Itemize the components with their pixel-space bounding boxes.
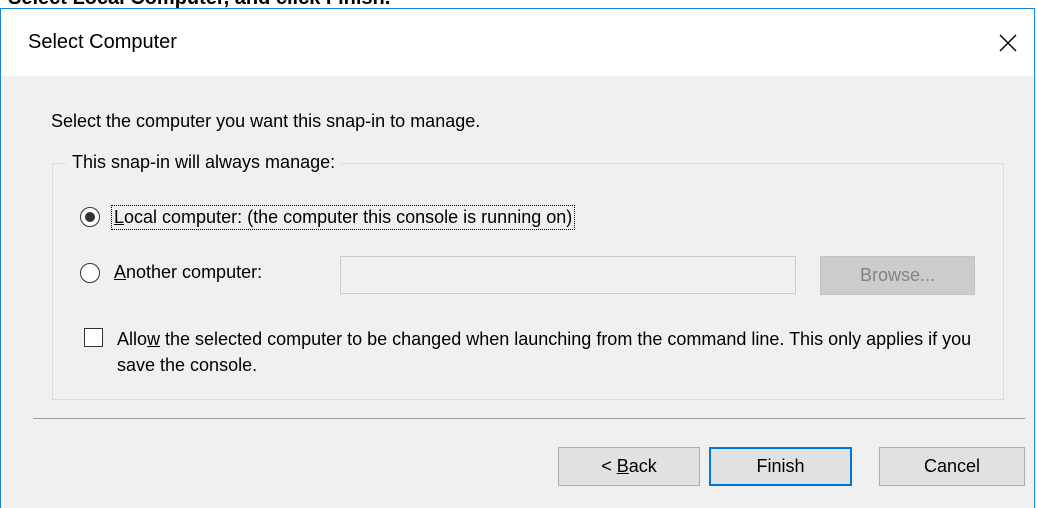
another-computer-input[interactable]	[340, 256, 796, 294]
allow-change-checkbox[interactable]	[84, 328, 103, 347]
local-computer-radio[interactable]	[80, 207, 100, 227]
footer-separator	[33, 418, 1025, 419]
groupbox-label: This snap-in will always manage:	[66, 152, 342, 173]
another-computer-label[interactable]: Another computer:	[114, 262, 262, 283]
another-computer-radio[interactable]	[80, 263, 100, 283]
browse-button[interactable]: Browse...	[820, 256, 975, 295]
title-bar: Select Computer	[1, 9, 1034, 76]
local-computer-label[interactable]: Local computer: (the computer this conso…	[111, 205, 576, 230]
dialog-title: Select Computer	[28, 31, 177, 53]
back-button[interactable]: < Back	[558, 447, 700, 486]
close-button[interactable]	[982, 9, 1034, 76]
allow-change-label[interactable]: Allow the selected computer to be change…	[117, 326, 977, 378]
radio-selected-dot	[85, 212, 95, 222]
close-icon	[999, 34, 1017, 52]
finish-button[interactable]: Finish	[709, 447, 852, 486]
cancel-button[interactable]: Cancel	[879, 447, 1025, 486]
instruction-text: Select the computer you want this snap-i…	[51, 111, 481, 131]
